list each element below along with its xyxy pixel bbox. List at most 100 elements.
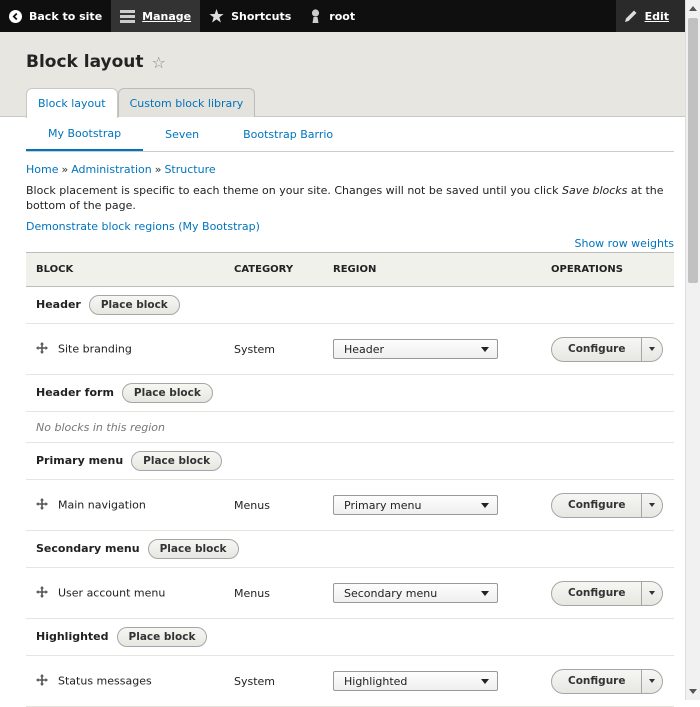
page-title: Block layout ☆ bbox=[26, 52, 166, 72]
operations-toggle-button[interactable] bbox=[642, 582, 662, 605]
place-block-button[interactable]: Place block bbox=[131, 451, 223, 471]
show-row-weights-link[interactable]: Show row weights bbox=[575, 237, 675, 250]
theme-tabs: My Bootstrap Seven Bootstrap Barrio bbox=[26, 117, 674, 152]
region-row: Highlighted Place block bbox=[26, 618, 674, 656]
drag-handle-icon[interactable] bbox=[36, 673, 48, 689]
column-header-category: CATEGORY bbox=[224, 252, 323, 287]
operations-toggle-button[interactable] bbox=[642, 494, 662, 517]
region-row: Header Place block bbox=[26, 286, 674, 324]
column-header-region: REGION bbox=[323, 252, 541, 287]
operations-dropbutton: Configure bbox=[551, 668, 664, 694]
drag-handle-icon[interactable] bbox=[36, 585, 48, 601]
operations-cell: Configure bbox=[541, 655, 674, 707]
region-cell: Header bbox=[323, 323, 541, 375]
chevron-down-icon bbox=[649, 591, 656, 595]
shortcut-star-icon[interactable]: ☆ bbox=[152, 53, 166, 72]
tab-my-bootstrap[interactable]: My Bootstrap bbox=[26, 117, 144, 151]
region-row: Secondary menu Place block bbox=[26, 530, 674, 568]
region-select[interactable]: Secondary menu bbox=[333, 583, 498, 603]
breadcrumb-administration[interactable]: Administration bbox=[71, 163, 152, 176]
block-row: User account menu Menus Secondary menu Conf… bbox=[26, 567, 674, 619]
breadcrumb-separator: » bbox=[61, 163, 69, 176]
region-select[interactable]: Highlighted bbox=[333, 671, 498, 691]
operations-dropbutton: Configure bbox=[551, 492, 664, 518]
empty-region-row: No blocks in this region bbox=[26, 411, 674, 443]
back-arrow-icon bbox=[9, 9, 22, 23]
block-row: Status messages System Highlighted Configur… bbox=[26, 655, 674, 707]
block-name: Main navigation bbox=[58, 498, 146, 511]
operations-toggle-button[interactable] bbox=[642, 338, 662, 361]
back-to-site-label: Back to site bbox=[29, 9, 103, 23]
block-row: Site branding System Header Configure bbox=[26, 323, 674, 375]
dropdown-caret-icon bbox=[481, 502, 489, 508]
block-cell: User account menu bbox=[26, 567, 224, 619]
dropdown-caret-icon bbox=[481, 590, 489, 596]
region-cell: Primary menu Place block bbox=[26, 442, 674, 480]
operations-cell: Configure bbox=[541, 479, 674, 531]
dropdown-caret-icon bbox=[481, 346, 489, 352]
scroll-down-arrow-icon[interactable] bbox=[689, 689, 697, 694]
shortcuts-label: Shortcuts bbox=[231, 9, 292, 23]
configure-button[interactable]: Configure bbox=[552, 669, 643, 693]
operations-dropbutton: Configure bbox=[551, 580, 664, 606]
operations-cell: Configure bbox=[541, 323, 674, 375]
region-select-value: Primary menu bbox=[344, 498, 422, 512]
configure-button[interactable]: Configure bbox=[552, 493, 643, 517]
place-block-button[interactable]: Place block bbox=[88, 295, 180, 315]
region-select[interactable]: Primary menu bbox=[333, 495, 498, 515]
back-to-site-link[interactable]: Back to site bbox=[0, 0, 111, 32]
demonstrate-regions-link[interactable]: Demonstrate block regions (My Bootstrap) bbox=[26, 220, 260, 233]
block-placement-description: Block placement is specific to each them… bbox=[26, 183, 676, 213]
block-category: Menus bbox=[224, 479, 323, 531]
block-name: User account menu bbox=[58, 586, 166, 599]
tab-custom-block-library[interactable]: Custom block library bbox=[117, 88, 256, 117]
user-icon bbox=[309, 9, 322, 23]
block-category: Menus bbox=[224, 567, 323, 619]
region-cell: Header form Place block bbox=[26, 374, 674, 412]
chevron-down-icon bbox=[649, 503, 656, 507]
blocks-table: BLOCK CATEGORY REGION OPERATIONS Header P… bbox=[26, 252, 674, 707]
description-text: Block placement is specific to each them… bbox=[26, 184, 562, 197]
table-header-row: BLOCK CATEGORY REGION OPERATIONS bbox=[26, 252, 674, 287]
region-row: Primary menu Place block bbox=[26, 442, 674, 480]
breadcrumb-home[interactable]: Home bbox=[26, 163, 58, 176]
region-cell: Primary menu bbox=[323, 479, 541, 531]
star-icon bbox=[209, 9, 224, 23]
region-select-value: Header bbox=[344, 342, 385, 356]
region-select[interactable]: Header bbox=[333, 339, 498, 359]
drag-handle-icon[interactable] bbox=[36, 341, 48, 357]
configure-button[interactable]: Configure bbox=[552, 337, 643, 361]
block-cell: Site branding bbox=[26, 323, 224, 375]
menu-icon bbox=[120, 9, 136, 23]
block-cell: Main navigation bbox=[26, 479, 224, 531]
tab-bootstrap-barrio[interactable]: Bootstrap Barrio bbox=[221, 117, 355, 151]
column-header-block: BLOCK bbox=[26, 252, 224, 287]
manage-label: Manage bbox=[142, 9, 192, 23]
edit-tab[interactable]: Edit bbox=[615, 0, 685, 32]
region-select-value: Secondary menu bbox=[344, 586, 438, 600]
region-cell: Header Place block bbox=[26, 286, 674, 324]
page-scrollbar[interactable] bbox=[685, 0, 700, 700]
user-label: root bbox=[329, 9, 356, 23]
tab-block-layout[interactable]: Block layout bbox=[26, 88, 118, 118]
place-block-button[interactable]: Place block bbox=[147, 539, 239, 559]
configure-button[interactable]: Configure bbox=[552, 581, 643, 605]
place-block-button[interactable]: Place block bbox=[121, 383, 213, 403]
description-emphasis: Save blocks bbox=[561, 184, 628, 197]
block-name: Site branding bbox=[58, 342, 132, 355]
operations-cell: Configure bbox=[541, 567, 674, 619]
tab-seven[interactable]: Seven bbox=[143, 117, 221, 151]
scrollbar-thumb[interactable] bbox=[688, 18, 698, 283]
operations-toggle-button[interactable] bbox=[642, 670, 662, 693]
scroll-up-arrow-icon[interactable] bbox=[689, 6, 697, 11]
chevron-down-icon bbox=[649, 679, 656, 683]
breadcrumb-structure[interactable]: Structure bbox=[164, 163, 215, 176]
primary-tabs: Block layout Custom block library bbox=[26, 88, 256, 118]
place-block-button[interactable]: Place block bbox=[116, 627, 208, 647]
blocks-table-body: Header Place block Site branding System Head… bbox=[26, 286, 674, 707]
manage-tab[interactable]: Manage bbox=[111, 0, 201, 32]
region-name: Primary menu bbox=[36, 454, 124, 467]
drag-handle-icon[interactable] bbox=[36, 497, 48, 513]
user-tab[interactable]: root bbox=[300, 0, 364, 32]
shortcuts-tab[interactable]: Shortcuts bbox=[200, 0, 300, 32]
